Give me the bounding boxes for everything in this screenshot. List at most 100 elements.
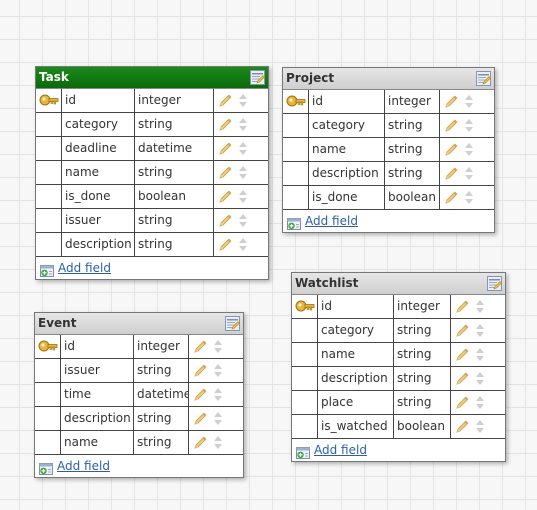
up-down-arrows-icon[interactable]: [238, 189, 248, 204]
key-cell: [283, 186, 309, 209]
add-field-icon[interactable]: [39, 460, 53, 475]
add-field-icon[interactable]: [40, 262, 54, 277]
pencil-icon[interactable]: [455, 347, 469, 361]
up-down-arrows-icon[interactable]: [238, 165, 248, 180]
table-header[interactable]: Project: [283, 68, 494, 90]
up-down-arrows-icon[interactable]: [475, 323, 485, 338]
up-down-arrows-icon[interactable]: [213, 435, 223, 450]
up-down-arrows-icon[interactable]: [238, 237, 248, 252]
up-down-arrows-icon[interactable]: [475, 395, 485, 410]
field-actions: [189, 359, 243, 382]
field-row[interactable]: description string: [36, 233, 268, 257]
field-row[interactable]: id integer: [283, 90, 494, 114]
field-row[interactable]: is_done boolean: [36, 185, 268, 209]
table-watchlist[interactable]: Watchlist id integer category string name stri…: [291, 272, 506, 462]
field-row[interactable]: category string: [36, 113, 268, 137]
up-down-arrows-icon[interactable]: [475, 371, 485, 386]
pencil-icon[interactable]: [193, 339, 207, 353]
up-down-arrows-icon[interactable]: [213, 363, 223, 378]
pencil-icon[interactable]: [455, 323, 469, 337]
field-row[interactable]: id integer: [35, 335, 243, 359]
pencil-icon[interactable]: [455, 371, 469, 385]
field-actions: [451, 343, 505, 366]
field-row[interactable]: is_done boolean: [283, 186, 494, 210]
field-row[interactable]: deadline datetime: [36, 137, 268, 161]
field-row[interactable]: is_watched boolean: [292, 415, 505, 439]
table-header[interactable]: Task: [36, 67, 268, 89]
field-row[interactable]: issuer string: [36, 209, 268, 233]
pencil-icon[interactable]: [193, 363, 207, 377]
up-down-arrows-icon[interactable]: [238, 213, 248, 228]
pencil-icon[interactable]: [218, 189, 232, 203]
add-field-link[interactable]: Add field: [58, 257, 111, 279]
field-row[interactable]: name string: [292, 343, 505, 367]
pencil-icon[interactable]: [444, 142, 458, 156]
field-type: string: [135, 209, 214, 232]
pencil-icon[interactable]: [193, 435, 207, 449]
field-row[interactable]: category string: [283, 114, 494, 138]
field-row[interactable]: description string: [35, 407, 243, 431]
up-down-arrows-icon[interactable]: [238, 117, 248, 132]
field-name: id: [318, 295, 394, 318]
pencil-icon[interactable]: [218, 93, 232, 107]
up-down-arrows-icon[interactable]: [475, 347, 485, 362]
pencil-icon[interactable]: [193, 387, 207, 401]
field-row[interactable]: issuer string: [35, 359, 243, 383]
key-cell: [36, 209, 62, 232]
pencil-icon[interactable]: [218, 117, 232, 131]
table-event[interactable]: Event id integer issuer string time datetime de…: [34, 312, 244, 478]
pencil-icon[interactable]: [455, 419, 469, 433]
table-project[interactable]: Project id integer category string name string…: [282, 67, 495, 233]
pencil-icon[interactable]: [444, 166, 458, 180]
up-down-arrows-icon[interactable]: [213, 387, 223, 402]
field-row[interactable]: name string: [283, 138, 494, 162]
field-row[interactable]: description string: [292, 367, 505, 391]
up-down-arrows-icon[interactable]: [464, 142, 474, 157]
up-down-arrows-icon[interactable]: [213, 339, 223, 354]
field-row[interactable]: id integer: [36, 89, 268, 113]
pencil-icon[interactable]: [218, 213, 232, 227]
edit-table-icon[interactable]: [487, 276, 502, 291]
add-field-link[interactable]: Add field: [57, 455, 110, 477]
up-down-arrows-icon[interactable]: [464, 166, 474, 181]
pencil-icon[interactable]: [455, 299, 469, 313]
up-down-arrows-icon[interactable]: [213, 411, 223, 426]
edit-table-icon[interactable]: [225, 316, 240, 331]
field-name: description: [318, 367, 394, 390]
add-field-icon[interactable]: [296, 444, 310, 459]
up-down-arrows-icon[interactable]: [464, 94, 474, 109]
field-type: string: [135, 161, 214, 184]
pencil-icon[interactable]: [218, 237, 232, 251]
pencil-icon[interactable]: [444, 118, 458, 132]
field-row[interactable]: time datetime: [35, 383, 243, 407]
add-field-icon[interactable]: [287, 215, 301, 230]
field-actions: [189, 335, 243, 358]
up-down-arrows-icon[interactable]: [475, 419, 485, 434]
table-header[interactable]: Watchlist: [292, 273, 505, 295]
table-task[interactable]: Task id integer category string deadline datet…: [35, 66, 269, 280]
pencil-icon[interactable]: [218, 141, 232, 155]
field-row[interactable]: name string: [36, 161, 268, 185]
pencil-icon[interactable]: [444, 190, 458, 204]
field-row[interactable]: category string: [292, 319, 505, 343]
up-down-arrows-icon[interactable]: [475, 299, 485, 314]
field-row[interactable]: description string: [283, 162, 494, 186]
up-down-arrows-icon[interactable]: [464, 118, 474, 133]
up-down-arrows-icon[interactable]: [238, 141, 248, 156]
table-header[interactable]: Event: [35, 313, 243, 335]
add-field-link[interactable]: Add field: [314, 439, 367, 461]
field-row[interactable]: id integer: [292, 295, 505, 319]
up-down-arrows-icon[interactable]: [238, 93, 248, 108]
add-field-link[interactable]: Add field: [305, 210, 358, 232]
up-down-arrows-icon[interactable]: [464, 190, 474, 205]
field-type: string: [135, 113, 214, 136]
field-name: description: [61, 407, 134, 430]
edit-table-icon[interactable]: [250, 70, 265, 85]
field-row[interactable]: place string: [292, 391, 505, 415]
pencil-icon[interactable]: [193, 411, 207, 425]
pencil-icon[interactable]: [455, 395, 469, 409]
pencil-icon[interactable]: [444, 94, 458, 108]
edit-table-icon[interactable]: [476, 71, 491, 86]
pencil-icon[interactable]: [218, 165, 232, 179]
field-row[interactable]: name string: [35, 431, 243, 455]
